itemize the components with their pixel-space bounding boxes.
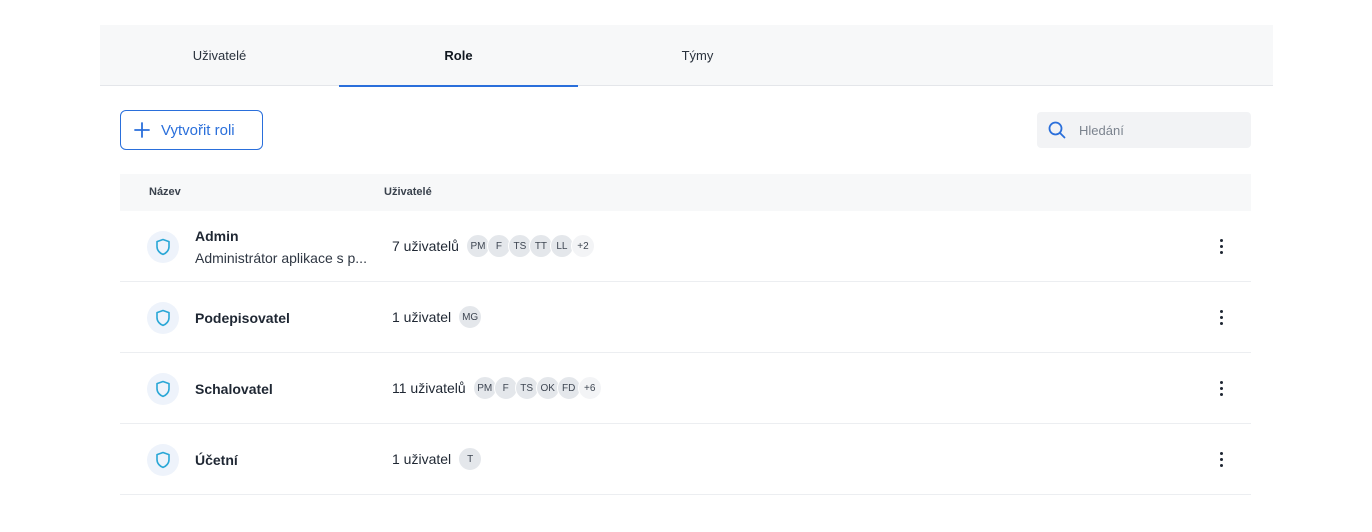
column-header-users: Uživatelé bbox=[384, 186, 432, 198]
more-vertical-icon[interactable] bbox=[1214, 307, 1228, 327]
shield-icon bbox=[147, 302, 179, 334]
shield-icon bbox=[147, 373, 179, 405]
avatar-overflow-count: +6 bbox=[577, 376, 602, 400]
plus-icon bbox=[134, 122, 150, 138]
role-users: 7 uživatelů PM F TS TT LL +2 bbox=[392, 234, 595, 258]
more-vertical-icon[interactable] bbox=[1214, 449, 1228, 469]
role-name: Účetní bbox=[195, 452, 238, 468]
users-count: 7 uživatelů bbox=[392, 238, 459, 254]
avatar-overflow-count: +2 bbox=[570, 234, 595, 258]
shield-icon bbox=[147, 231, 179, 263]
avatar: MG bbox=[458, 305, 483, 329]
tab-teams[interactable]: Týmy bbox=[578, 25, 817, 86]
shield-icon bbox=[147, 444, 179, 476]
users-count: 11 uživatelů bbox=[392, 380, 466, 396]
role-users: 1 uživatel MG bbox=[392, 305, 483, 329]
search-icon bbox=[1048, 121, 1066, 139]
tab-roles[interactable]: Role bbox=[339, 25, 578, 87]
tab-users[interactable]: Uživatelé bbox=[100, 25, 339, 86]
create-role-label: Vytvořit roli bbox=[161, 121, 235, 139]
role-users: 11 uživatelů PM F TS OK FD +6 bbox=[392, 376, 602, 400]
users-count: 1 uživatel bbox=[392, 451, 452, 467]
table-row[interactable]: Podepisovatel 1 uživatel MG bbox=[120, 282, 1251, 353]
role-name: Schalovatel bbox=[195, 381, 273, 397]
table-header: Název Uživatelé bbox=[120, 174, 1251, 211]
users-count: 1 uživatel bbox=[392, 309, 452, 325]
tabs-bar: Uživatelé Role Týmy bbox=[100, 25, 1273, 87]
role-name: Admin bbox=[195, 228, 239, 244]
table-row[interactable]: Schalovatel 11 uživatelů PM F TS OK FD +… bbox=[120, 353, 1251, 424]
avatar: T bbox=[458, 447, 483, 471]
more-vertical-icon[interactable] bbox=[1214, 378, 1228, 398]
table-row[interactable]: Účetní 1 uživatel T bbox=[120, 424, 1251, 495]
table-row[interactable]: Admin Administrátor aplikace s p... 7 už… bbox=[120, 211, 1251, 282]
search-box[interactable] bbox=[1037, 112, 1251, 148]
role-users: 1 uživatel T bbox=[392, 447, 483, 471]
search-input[interactable] bbox=[1079, 122, 1229, 138]
role-description: Administrátor aplikace s p... bbox=[195, 250, 367, 266]
column-header-name: Název bbox=[149, 186, 181, 198]
create-role-button[interactable]: Vytvořit roli bbox=[120, 110, 263, 150]
more-vertical-icon[interactable] bbox=[1214, 236, 1228, 256]
role-name: Podepisovatel bbox=[195, 310, 290, 326]
